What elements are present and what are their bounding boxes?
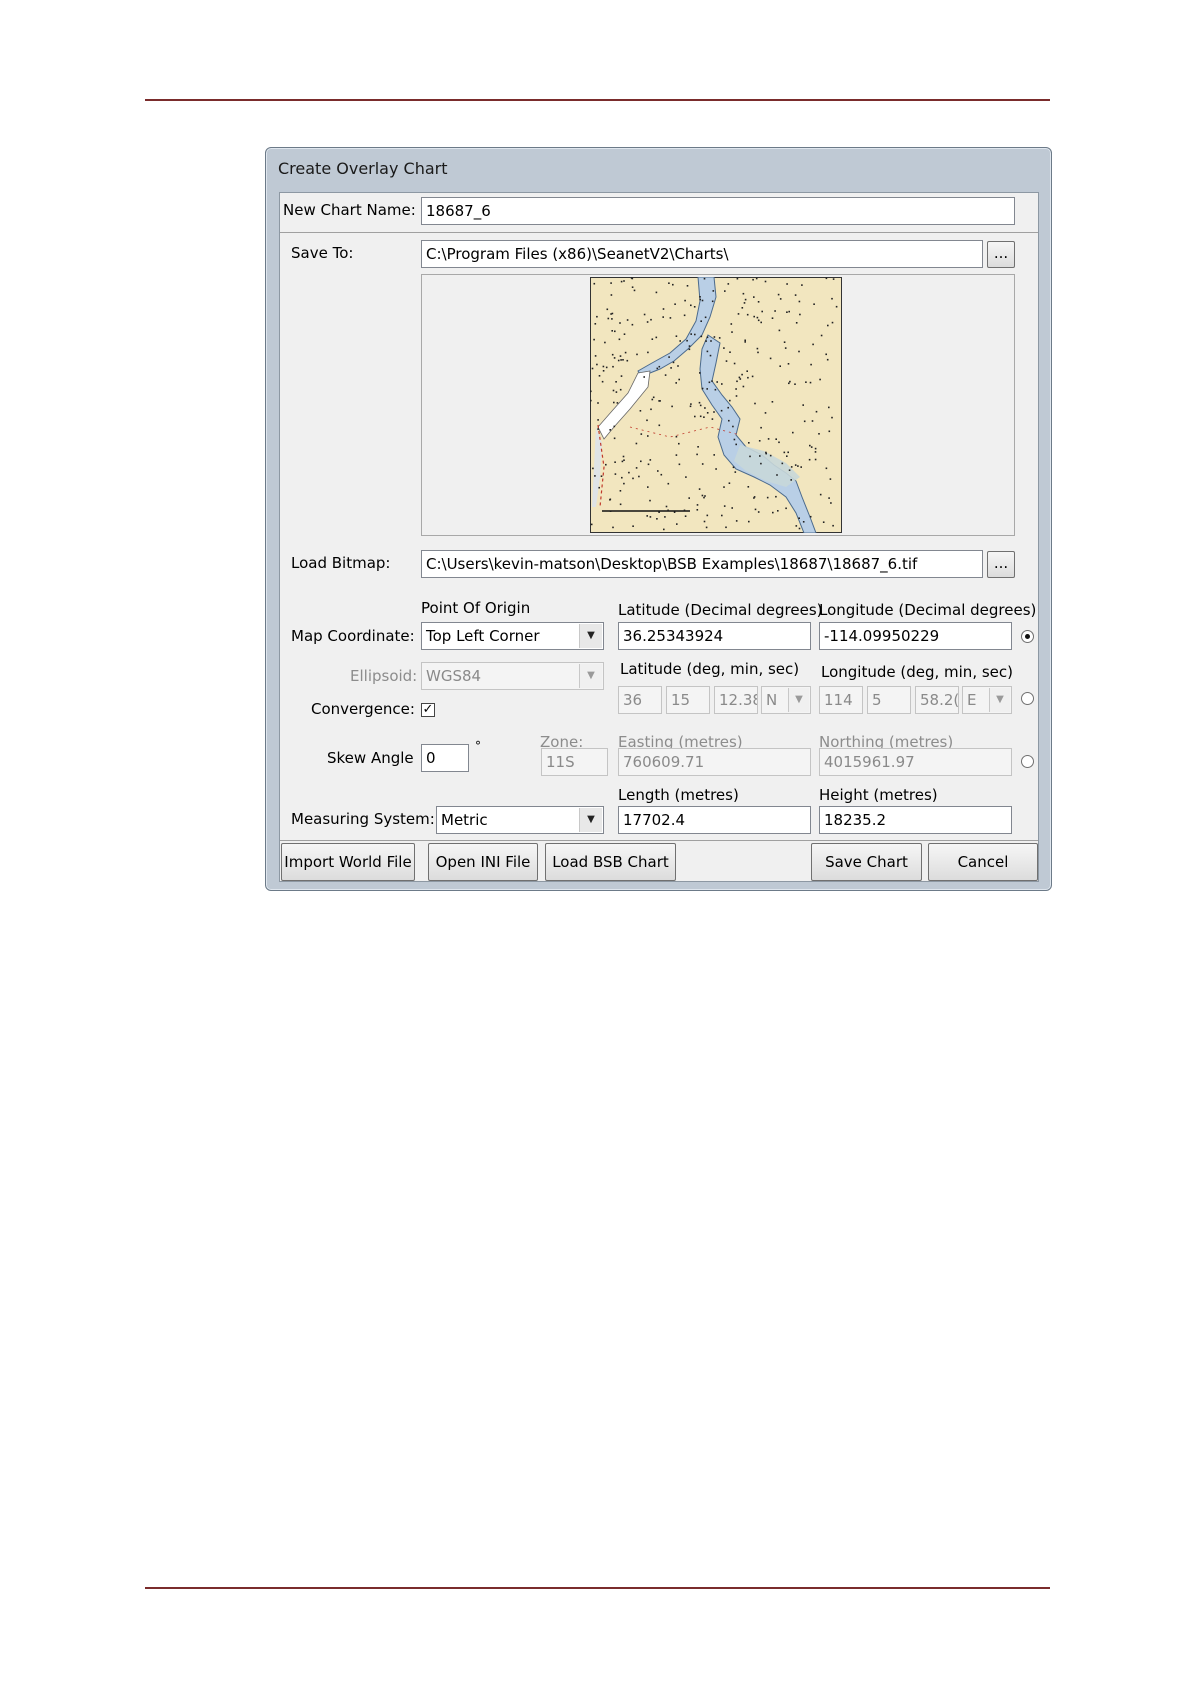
latitude-seconds-input: 12.38	[714, 686, 758, 714]
dialog-client-area: New Chart Name: 18687_6 Save To: C:\Prog…	[279, 192, 1039, 882]
title-bar[interactable]: Create Overlay Chart	[266, 148, 1051, 188]
ellipsoid-select: WGS84 ▼	[421, 662, 604, 690]
point-of-origin-select[interactable]: Top Left Corner ▼	[421, 622, 604, 650]
chevron-down-icon: ▼	[788, 688, 809, 712]
load-bitmap-label: Load Bitmap:	[291, 554, 391, 572]
longitude-hemisphere-select: E ▼	[962, 686, 1012, 714]
chart-preview-image	[590, 277, 842, 533]
latitude-hemisphere-select: N ▼	[761, 686, 811, 714]
map-coordinate-label: Map Coordinate:	[291, 627, 415, 645]
point-of-origin-label: Point Of Origin	[421, 599, 531, 617]
chart-name-label: New Chart Name:	[283, 201, 416, 219]
longitude-decimal-input[interactable]: -114.09950229	[819, 622, 1012, 650]
save-chart-button[interactable]: Save Chart	[811, 843, 922, 881]
longitude-degrees-input: 114	[819, 686, 863, 714]
footer-rule	[145, 1587, 1050, 1589]
latitude-decimal-label: Latitude (Decimal degrees)	[618, 601, 823, 619]
open-ini-file-button[interactable]: Open INI File	[428, 843, 538, 881]
ellipsoid-label: Ellipsoid:	[350, 667, 418, 685]
latitude-dms-label: Latitude (deg, min, sec)	[620, 660, 800, 678]
latitude-degrees-input: 36	[618, 686, 662, 714]
chevron-down-icon: ▼	[579, 664, 602, 688]
height-input[interactable]: 18235.2	[819, 806, 1012, 834]
point-of-origin-value: Top Left Corner	[426, 627, 540, 645]
header-rule	[145, 99, 1050, 101]
zone-input: 11S	[541, 748, 608, 776]
degree-symbol: °	[475, 739, 481, 753]
load-bitmap-input[interactable]: C:\Users\kevin-matson\Desktop\BSB Exampl…	[421, 550, 983, 578]
latitude-minutes-input: 15	[666, 686, 710, 714]
divider	[280, 232, 1038, 233]
convergence-checkbox[interactable]: ✓	[421, 703, 435, 717]
save-to-input[interactable]: C:\Program Files (x86)\SeanetV2\Charts\	[421, 240, 983, 268]
longitude-dms-label: Longitude (deg, min, sec)	[821, 663, 1013, 681]
load-bsb-chart-button[interactable]: Load BSB Chart	[545, 843, 676, 881]
chevron-down-icon[interactable]: ▼	[579, 808, 602, 832]
dms-mode-radio[interactable]	[1021, 692, 1034, 705]
chevron-down-icon: ▼	[989, 688, 1010, 712]
utm-mode-radio[interactable]	[1021, 755, 1034, 768]
import-world-file-button[interactable]: Import World File	[281, 843, 415, 881]
measuring-system-value: Metric	[441, 811, 488, 829]
decimal-mode-radio[interactable]	[1021, 630, 1034, 643]
ellipsoid-value: WGS84	[426, 667, 482, 685]
create-overlay-chart-dialog: Create Overlay Chart New Chart Name: 186…	[265, 147, 1052, 891]
skew-angle-input[interactable]: 0	[421, 744, 469, 772]
longitude-seconds-input: 58.2(	[915, 686, 959, 714]
latitude-decimal-input[interactable]: 36.25343924	[618, 622, 811, 650]
measuring-system-select[interactable]: Metric ▼	[436, 806, 604, 834]
longitude-decimal-label: Longitude (Decimal degrees)	[819, 601, 1037, 619]
chevron-down-icon[interactable]: ▼	[579, 624, 602, 648]
length-label: Length (metres)	[618, 786, 739, 804]
easting-input: 760609.71	[618, 748, 811, 776]
northing-input: 4015961.97	[819, 748, 1012, 776]
bitmap-preview	[421, 274, 1015, 536]
latitude-hemisphere-value: N	[766, 691, 778, 709]
dialog-title: Create Overlay Chart	[278, 159, 448, 178]
height-label: Height (metres)	[819, 786, 938, 804]
measuring-system-label: Measuring System:	[291, 810, 435, 828]
save-to-label: Save To:	[291, 244, 354, 262]
save-to-browse-button[interactable]: ...	[987, 241, 1015, 268]
length-input[interactable]: 17702.4	[618, 806, 811, 834]
cancel-button[interactable]: Cancel	[928, 843, 1038, 881]
convergence-label: Convergence:	[311, 700, 415, 718]
longitude-hemisphere-value: E	[967, 691, 977, 709]
divider	[280, 840, 1038, 841]
load-bitmap-browse-button[interactable]: ...	[987, 551, 1015, 578]
longitude-minutes-input: 5	[867, 686, 911, 714]
chart-name-input[interactable]: 18687_6	[421, 197, 1015, 225]
skew-angle-label: Skew Angle	[327, 749, 414, 767]
